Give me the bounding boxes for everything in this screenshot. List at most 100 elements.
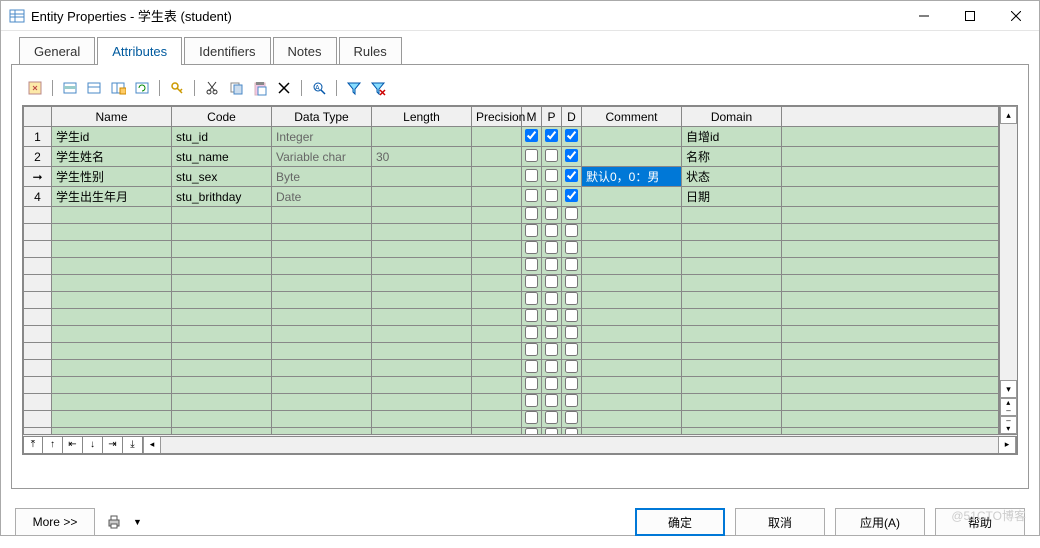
cell-datatype[interactable]: Variable char xyxy=(272,147,372,167)
row-number[interactable] xyxy=(24,207,52,224)
checkbox-d[interactable] xyxy=(565,275,578,288)
table-row-empty[interactable] xyxy=(24,292,999,309)
table-row-empty[interactable] xyxy=(24,309,999,326)
table-row[interactable]: 1学生idstu_idInteger自增id xyxy=(24,127,999,147)
move-leftmost-icon[interactable]: ⇤ xyxy=(63,436,83,454)
cell-length[interactable]: 30 xyxy=(372,147,472,167)
checkbox-d[interactable] xyxy=(565,411,578,424)
col-extra[interactable] xyxy=(782,107,999,127)
checkbox-p[interactable] xyxy=(545,394,558,407)
insert-row-icon[interactable] xyxy=(61,79,79,97)
checkbox-p[interactable] xyxy=(545,292,558,305)
checkbox-p[interactable] xyxy=(545,258,558,271)
filter-icon[interactable] xyxy=(345,79,363,97)
cell-name[interactable]: 学生出生年月 xyxy=(52,187,172,207)
row-number[interactable] xyxy=(24,377,52,394)
cell-domain[interactable]: 名称 xyxy=(682,147,782,167)
row-number[interactable] xyxy=(24,241,52,258)
filter-clear-icon[interactable] xyxy=(369,79,387,97)
move-down-icon[interactable]: ↓ xyxy=(83,436,103,454)
key-icon[interactable] xyxy=(168,79,186,97)
cell-d[interactable] xyxy=(562,147,582,167)
cell-datatype[interactable]: Byte xyxy=(272,167,372,187)
checkbox-p[interactable] xyxy=(545,207,558,220)
cell-name[interactable]: 学生姓名 xyxy=(52,147,172,167)
row-number[interactable] xyxy=(24,258,52,275)
checkbox-m[interactable] xyxy=(525,224,538,237)
checkbox-p[interactable] xyxy=(545,360,558,373)
maximize-button[interactable] xyxy=(947,1,993,30)
cell-d[interactable] xyxy=(562,167,582,187)
checkbox-d[interactable] xyxy=(565,129,578,142)
checkbox-d[interactable] xyxy=(565,360,578,373)
cell-length[interactable] xyxy=(372,187,472,207)
checkbox-m[interactable] xyxy=(525,149,538,162)
tab-general[interactable]: General xyxy=(19,37,95,65)
table-row-empty[interactable] xyxy=(24,241,999,258)
properties-icon[interactable] xyxy=(26,79,44,97)
checkbox-p[interactable] xyxy=(545,309,558,322)
cell-p[interactable] xyxy=(542,127,562,147)
checkbox-d[interactable] xyxy=(565,241,578,254)
checkbox-m[interactable] xyxy=(525,169,538,182)
move-rightmost-icon[interactable]: ⇥ xyxy=(103,436,123,454)
tab-rules[interactable]: Rules xyxy=(339,37,402,65)
col-code[interactable]: Code xyxy=(172,107,272,127)
checkbox-m[interactable] xyxy=(525,343,538,356)
checkbox-d[interactable] xyxy=(565,309,578,322)
checkbox-p[interactable] xyxy=(545,241,558,254)
close-button[interactable] xyxy=(993,1,1039,30)
row-number[interactable]: 4 xyxy=(24,187,52,207)
row-number[interactable] xyxy=(24,360,52,377)
table-row[interactable]: 2学生姓名stu_nameVariable char30名称 xyxy=(24,147,999,167)
checkbox-p[interactable] xyxy=(545,377,558,390)
cell-d[interactable] xyxy=(562,127,582,147)
customize-columns-icon[interactable] xyxy=(109,79,127,97)
cell-p[interactable] xyxy=(542,147,562,167)
col-length[interactable]: Length xyxy=(372,107,472,127)
row-number[interactable] xyxy=(24,343,52,360)
add-row-icon[interactable] xyxy=(85,79,103,97)
cell-p[interactable] xyxy=(542,187,562,207)
dropdown-icon[interactable]: ▼ xyxy=(133,517,142,527)
apply-button[interactable]: 应用(A) xyxy=(835,508,925,536)
col-p[interactable]: P xyxy=(542,107,562,127)
cut-icon[interactable] xyxy=(203,79,221,97)
row-number[interactable] xyxy=(24,394,52,411)
copy-icon[interactable] xyxy=(227,79,245,97)
col-datatype[interactable]: Data Type xyxy=(272,107,372,127)
col-comment[interactable]: Comment xyxy=(582,107,682,127)
cell-code[interactable]: stu_name xyxy=(172,147,272,167)
checkbox-m[interactable] xyxy=(525,360,538,373)
table-row-empty[interactable] xyxy=(24,275,999,292)
cancel-button[interactable]: 取消 xyxy=(735,508,825,536)
table-row-empty[interactable] xyxy=(24,224,999,241)
cell-m[interactable] xyxy=(522,187,542,207)
col-precision[interactable]: Precision xyxy=(472,107,522,127)
cell-comment[interactable] xyxy=(582,187,682,207)
table-row-empty[interactable] xyxy=(24,207,999,224)
scroll-up-icon[interactable]: ▴ xyxy=(1000,106,1017,124)
cell-name[interactable]: 学生性别 xyxy=(52,167,172,187)
checkbox-d[interactable] xyxy=(565,394,578,407)
move-up-icon[interactable]: ↑ xyxy=(43,436,63,454)
checkbox-p[interactable] xyxy=(545,343,558,356)
help-button[interactable]: 帮助 xyxy=(935,508,1025,536)
checkbox-m[interactable] xyxy=(525,207,538,220)
horizontal-scrollbar[interactable]: ◂ ▸ xyxy=(143,436,1017,454)
table-row-empty[interactable] xyxy=(24,343,999,360)
checkbox-d[interactable] xyxy=(565,377,578,390)
table-row[interactable]: ➞学生性别stu_sexByte默认0，0：男状态 xyxy=(24,167,999,187)
cell-domain[interactable]: 日期 xyxy=(682,187,782,207)
checkbox-p[interactable] xyxy=(545,275,558,288)
checkbox-d[interactable] xyxy=(565,169,578,182)
scroll-down-icon[interactable]: ▾ xyxy=(1000,380,1017,398)
row-number[interactable]: ➞ xyxy=(24,167,52,187)
move-top-icon[interactable]: ⤒ xyxy=(23,436,43,454)
row-number[interactable] xyxy=(24,309,52,326)
cell-length[interactable] xyxy=(372,167,472,187)
move-bottom-icon[interactable]: ⤓ xyxy=(123,436,143,454)
row-number[interactable] xyxy=(24,411,52,428)
cell-m[interactable] xyxy=(522,127,542,147)
cell-extra[interactable] xyxy=(782,127,999,147)
